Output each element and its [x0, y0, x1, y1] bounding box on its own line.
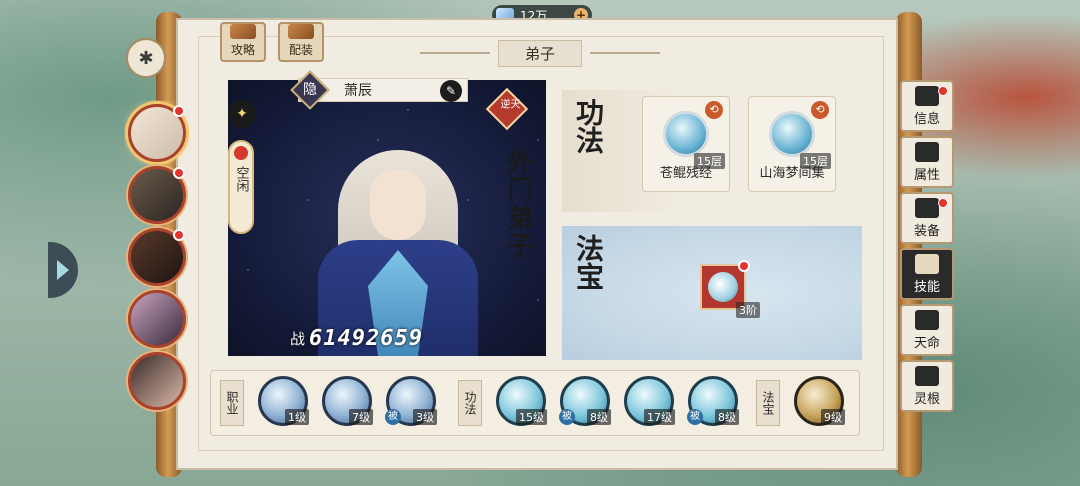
treasure-icon: [708, 272, 738, 302]
skill-card[interactable]: ⟲ 15层 山海梦间集: [748, 96, 836, 192]
edit-name-icon[interactable]: ✎: [440, 80, 462, 102]
power-label: 战: [290, 330, 306, 348]
treasure-level: 3阶: [736, 302, 760, 318]
disciple-avatar[interactable]: [128, 104, 186, 162]
equipment-icon: [915, 198, 939, 218]
guide-icon: [230, 24, 256, 39]
attributes-icon: [915, 142, 939, 162]
gongfa-section: 功法 ⟲ 15层 苍鲲残经 ⟲ 15层 山海梦间集: [562, 90, 862, 212]
nav-spirit-root[interactable]: 灵根: [900, 360, 954, 412]
tab-loadout-label: 配装: [288, 43, 313, 57]
skill-name: 山海梦间集: [759, 166, 825, 181]
disciple-avatar[interactable]: [128, 352, 186, 410]
job-slot[interactable]: 被 3级: [385, 376, 437, 426]
notification-dot: [738, 260, 750, 272]
skill-card[interactable]: ⟲ 15层 苍鲲残经: [642, 96, 730, 192]
tab-guide[interactable]: 攻略: [220, 22, 266, 62]
notification-dot: [173, 105, 185, 117]
notification-dot: [173, 229, 185, 241]
status-pill: 空闲: [228, 140, 254, 234]
favorite-star-icon[interactable]: ✦: [228, 100, 256, 128]
category-job: 职业: [220, 380, 244, 426]
disciple-avatar[interactable]: [128, 290, 186, 348]
spirit-root-icon: [915, 366, 939, 386]
swap-icon: ⟲: [811, 101, 829, 119]
tab-loadout[interactable]: 配装: [278, 22, 324, 62]
gongfa-slot[interactable]: 被 8级: [559, 376, 611, 426]
skill-name: 苍鲲残经: [659, 166, 712, 181]
notification-dot: [938, 86, 948, 96]
fabao-label: 法宝: [572, 234, 605, 290]
nav-destiny[interactable]: 天命: [900, 304, 954, 356]
nav-skills[interactable]: 技能: [900, 248, 954, 300]
skill-orb-icon: [769, 111, 815, 157]
page-title: 弟子: [497, 39, 582, 67]
swap-icon: ⟲: [705, 101, 723, 119]
gongfa-slot[interactable]: 15级: [496, 376, 547, 426]
skills-icon: [915, 254, 939, 274]
skill-orb-icon: [663, 111, 709, 157]
notification-dot: [173, 167, 185, 179]
nav-info[interactable]: 信息: [900, 80, 954, 132]
gongfa-label: 功法: [572, 98, 605, 154]
disciple-list[interactable]: [124, 100, 190, 430]
fabao-slot[interactable]: 9级: [794, 376, 845, 426]
job-slot[interactable]: 7级: [322, 376, 373, 426]
info-icon: [915, 86, 939, 106]
status-dot-icon: [234, 146, 248, 160]
fabao-section: 法宝 3阶: [562, 226, 862, 360]
gongfa-slot[interactable]: 17级: [624, 376, 675, 426]
category-gongfa: 功法: [458, 380, 482, 426]
power-value: 61492659: [309, 326, 423, 351]
tab-guide-label: 攻略: [230, 43, 255, 57]
loadout-icon: [288, 24, 314, 39]
combat-power: 战 61492659: [290, 326, 423, 351]
page-title-banner: 弟子: [420, 39, 660, 67]
disciple-avatar[interactable]: [128, 228, 186, 286]
job-slot[interactable]: 1级: [258, 376, 309, 426]
disciple-name: 萧辰: [344, 83, 372, 99]
status-text: 空闲: [233, 166, 249, 192]
category-fabao: 法宝: [756, 380, 780, 426]
gongfa-slot[interactable]: 被 8级: [687, 376, 739, 426]
destiny-icon: [915, 310, 939, 330]
nav-attributes[interactable]: 属性: [900, 136, 954, 188]
nav-equipment[interactable]: 装备: [900, 192, 954, 244]
notification-dot: [938, 198, 948, 208]
disciple-role: 外门弟子: [503, 148, 533, 260]
pin-icon[interactable]: ✱: [126, 38, 166, 78]
disciple-avatar[interactable]: [128, 166, 186, 224]
